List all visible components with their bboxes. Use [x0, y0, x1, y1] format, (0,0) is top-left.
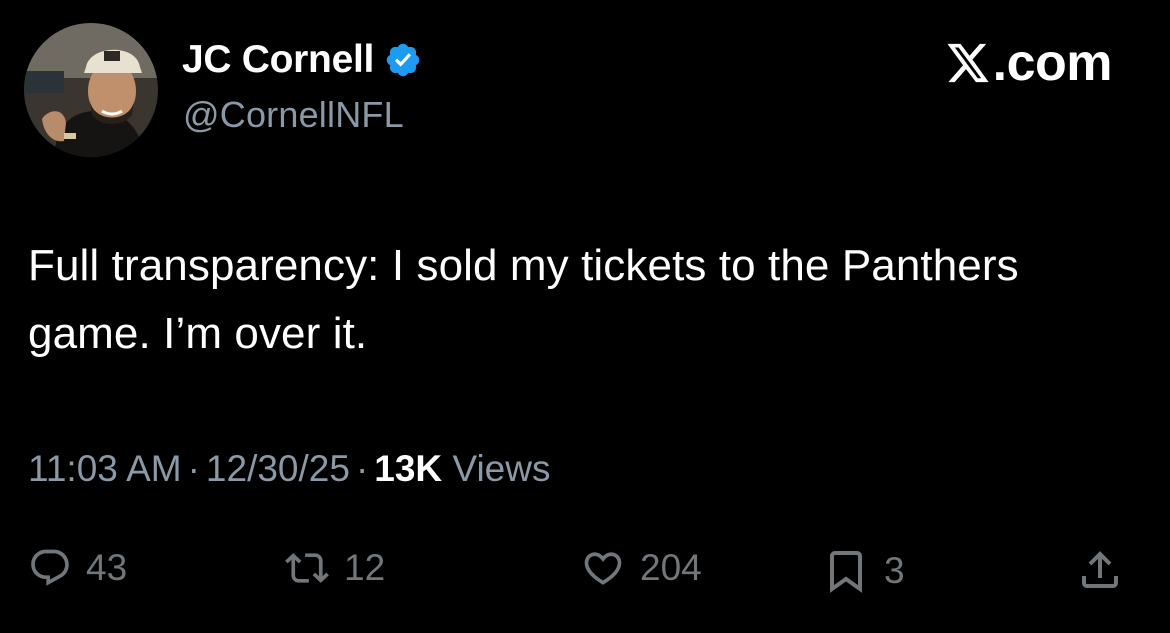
like-count: 204 [640, 547, 702, 588]
bookmark-button[interactable]: 3 [822, 546, 905, 596]
like-button[interactable]: 204 [580, 546, 702, 590]
bookmark-icon [830, 551, 862, 593]
tweet-text: Full transparency: I sold my tickets to … [28, 241, 1019, 358]
repost-count: 12 [344, 547, 386, 588]
share-button[interactable] [1076, 546, 1124, 594]
brand-logo-text: .com [992, 34, 1113, 92]
display-name[interactable]: JC Cornell [182, 38, 422, 82]
verified-badge-icon [384, 41, 422, 79]
tweet-meta: 11:03 AM · 12/30/25 · 13K Views [28, 448, 550, 490]
reply-count: 43 [86, 547, 128, 588]
meta-separator: · [355, 448, 369, 489]
brand-logo: .com [945, 33, 1113, 93]
tweet-time[interactable]: 11:03 AM [28, 448, 182, 489]
repost-button[interactable]: 12 [284, 546, 385, 590]
like-icon [584, 552, 622, 585]
share-icon [1082, 551, 1118, 588]
views-label: Views [452, 448, 551, 489]
tweet-date[interactable]: 12/30/25 [206, 448, 350, 489]
reply-icon [31, 549, 69, 586]
avatar[interactable] [24, 23, 158, 157]
reply-button[interactable]: 43 [28, 546, 127, 590]
display-name-text: JC Cornell [182, 38, 375, 81]
bookmark-count: 3 [884, 550, 905, 591]
user-handle[interactable]: @CornellNFL [183, 94, 404, 136]
meta-separator: · [187, 448, 200, 489]
views-count[interactable]: 13K [374, 448, 442, 489]
x-logo-icon [947, 43, 989, 83]
repost-icon [285, 553, 329, 583]
